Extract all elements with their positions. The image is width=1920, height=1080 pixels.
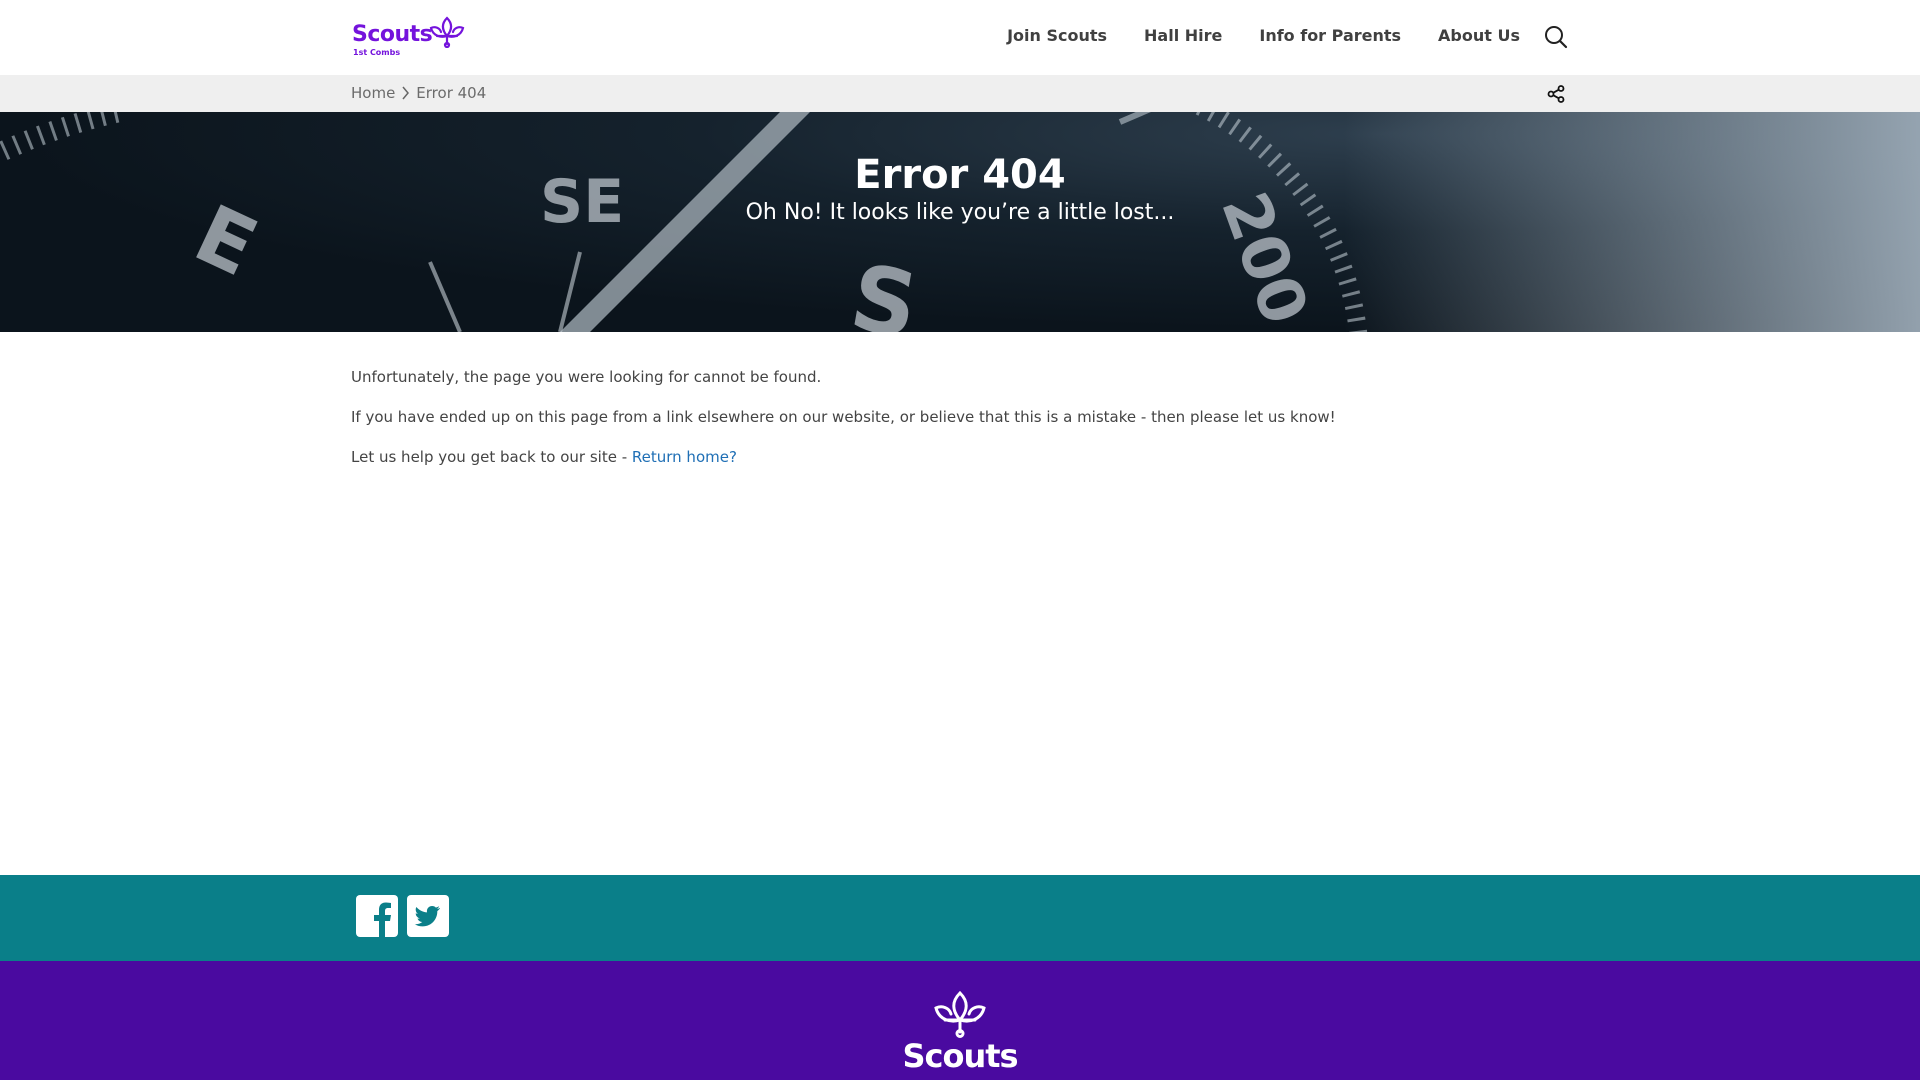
- nav-info-for-parents[interactable]: Info for Parents: [1259, 26, 1401, 45]
- logo-text: Scouts: [352, 22, 433, 47]
- page-title: Error 404: [854, 152, 1066, 198]
- footer-fleur-de-lis-icon: [0, 989, 1920, 1043]
- main-nav: Join Scouts Hall Hire Info for Parents A…: [1007, 26, 1520, 45]
- twitter-icon[interactable]: [407, 895, 449, 937]
- search-icon[interactable]: [1544, 25, 1568, 49]
- site-footer: Scouts: [0, 961, 1920, 1080]
- message-not-found: Unfortunately, the page you were looking…: [351, 368, 822, 386]
- nav-join-scouts[interactable]: Join Scouts: [1007, 26, 1107, 45]
- nav-about-us[interactable]: About Us: [1438, 26, 1520, 45]
- chevron-right-icon: [402, 86, 410, 100]
- message-let-us-know: If you have ended up on this page from a…: [351, 408, 1336, 426]
- nav-hall-hire[interactable]: Hall Hire: [1144, 26, 1222, 45]
- breadcrumb-bar: Home Error 404: [0, 75, 1920, 112]
- facebook-icon[interactable]: [356, 895, 398, 937]
- breadcrumb-home[interactable]: Home: [351, 84, 395, 102]
- share-icon[interactable]: [1547, 85, 1565, 103]
- breadcrumb: Home Error 404: [351, 84, 486, 102]
- main-content: Unfortunately, the page you were looking…: [351, 368, 1551, 488]
- message-return: Let us help you get back to our site - R…: [351, 448, 1551, 466]
- return-home-link[interactable]: Return home?: [632, 448, 737, 466]
- page-subtitle: Oh No! It looks like you’re a little los…: [745, 200, 1175, 225]
- site-logo[interactable]: Scouts 1st Combs: [352, 16, 472, 60]
- logo-subtitle: 1st Combs: [353, 48, 401, 57]
- svg-text:S: S: [843, 245, 925, 332]
- footer-logo-text[interactable]: Scouts: [0, 1037, 1920, 1075]
- hero-banner: SE E S 200 Error 404 Oh No! It looks lik…: [0, 112, 1920, 332]
- social-bar: [0, 875, 1920, 961]
- site-header: Scouts 1st Combs Join Scouts Hall Hire I…: [0, 0, 1920, 75]
- breadcrumb-current: Error 404: [416, 84, 487, 102]
- fleur-de-lis-icon: [429, 16, 465, 48]
- return-prefix: Let us help you get back to our site -: [351, 448, 632, 466]
